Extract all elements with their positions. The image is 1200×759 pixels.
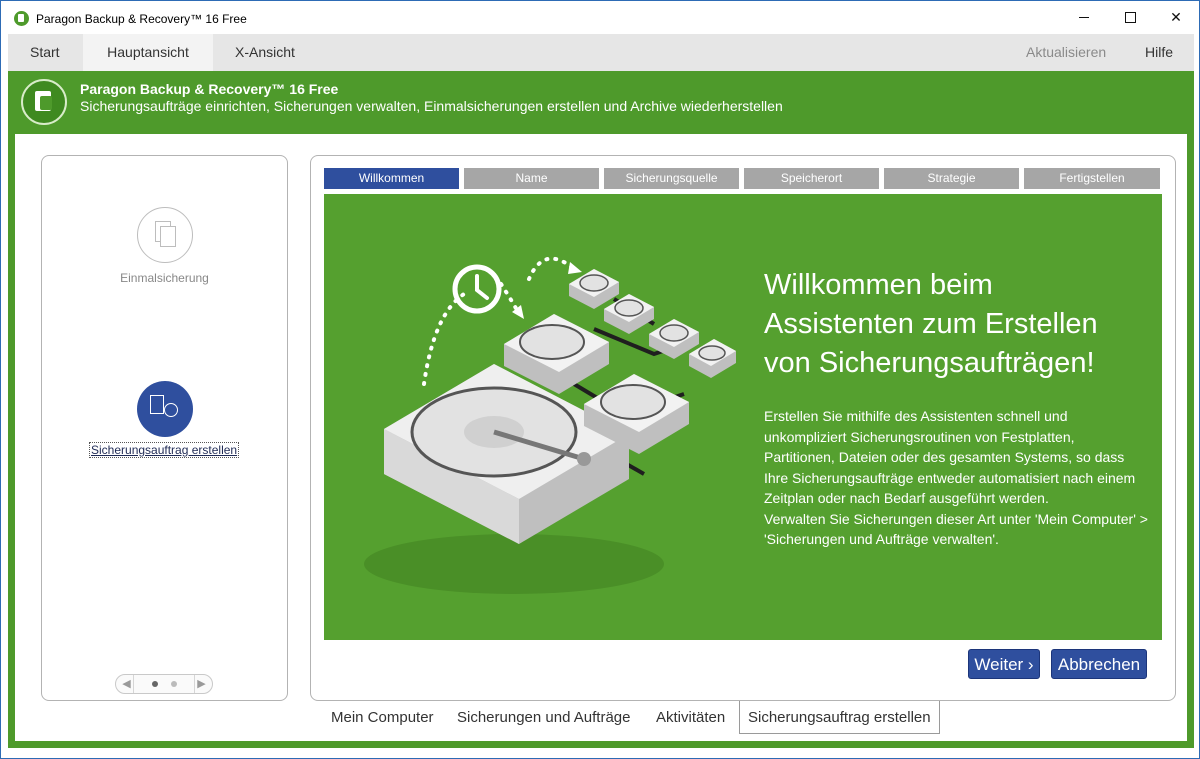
tab-mein-computer[interactable]: Mein Computer bbox=[331, 701, 434, 734]
pager-dot[interactable] bbox=[171, 681, 177, 687]
maximize-button[interactable] bbox=[1107, 1, 1153, 34]
welcome-manage-hint: Verwalten Sie Sicherungen dieser Art unt… bbox=[764, 510, 1148, 548]
pager-dot-active[interactable] bbox=[152, 681, 158, 687]
next-button[interactable]: Weiter › bbox=[968, 649, 1040, 679]
title-bar: Paragon Backup & Recovery™ 16 Free bbox=[1, 1, 1199, 34]
tab-start[interactable]: Start bbox=[8, 34, 82, 71]
hard-drives-illustration bbox=[364, 256, 736, 594]
close-button[interactable] bbox=[1153, 1, 1199, 34]
wizard-steps: Willkommen Name Sicherungsquelle Speiche… bbox=[324, 168, 1160, 189]
panel-pager: ◀ ▶ bbox=[115, 674, 213, 694]
tab-hauptansicht[interactable]: Hauptansicht bbox=[83, 34, 213, 71]
bottom-tab-bar: Mein Computer Sicherungen und Aufträge A… bbox=[15, 701, 1187, 741]
welcome-description: Erstellen Sie mithilfe des Assistenten s… bbox=[764, 406, 1149, 550]
tab-sicherungen-auftraege[interactable]: Sicherungen und Aufträge bbox=[457, 701, 630, 734]
document-copy-icon[interactable] bbox=[137, 207, 193, 263]
tab-aktivitaeten[interactable]: Aktivitäten bbox=[656, 701, 725, 734]
tab-x-ansicht[interactable]: X-Ansicht bbox=[213, 34, 317, 71]
app-window: Paragon Backup & Recovery™ 16 Free Start… bbox=[0, 0, 1200, 759]
update-link[interactable]: Aktualisieren bbox=[1026, 34, 1106, 71]
welcome-heading: Willkommen beim Assistenten zum Erstelle… bbox=[764, 269, 1098, 379]
menu-bar: Start Hauptansicht X-Ansicht Aktualisier… bbox=[8, 34, 1194, 71]
action-panel: Einmalsicherung Sicherungsauftrag erstel… bbox=[41, 155, 288, 701]
pager-prev-icon[interactable]: ◀ bbox=[120, 675, 134, 693]
step-name: Name bbox=[464, 168, 599, 189]
scheduled-backup-icon[interactable] bbox=[137, 381, 193, 437]
page-title: Paragon Backup & Recovery™ 16 Free bbox=[80, 81, 339, 97]
help-link[interactable]: Hilfe bbox=[1145, 34, 1173, 71]
step-speicherort: Speicherort bbox=[744, 168, 879, 189]
main-area: Einmalsicherung Sicherungsauftrag erstel… bbox=[8, 134, 1194, 748]
step-willkommen: Willkommen bbox=[324, 168, 459, 189]
welcome-banner: Willkommen beim Assistenten zum Erstelle… bbox=[324, 194, 1162, 640]
one-time-backup-label[interactable]: Einmalsicherung bbox=[42, 271, 287, 285]
wizard-panel: Willkommen Name Sicherungsquelle Speiche… bbox=[310, 155, 1176, 701]
step-fertigstellen: Fertigstellen bbox=[1024, 168, 1160, 189]
step-strategie: Strategie bbox=[884, 168, 1019, 189]
tab-sicherungsauftrag-erstellen[interactable]: Sicherungsauftrag erstellen bbox=[739, 701, 940, 734]
window-title: Paragon Backup & Recovery™ 16 Free bbox=[36, 12, 247, 26]
welcome-description-text: Erstellen Sie mithilfe des Assistenten s… bbox=[764, 408, 1136, 506]
backup-logo-icon bbox=[21, 79, 67, 125]
page-header: Paragon Backup & Recovery™ 16 Free Siche… bbox=[8, 71, 1194, 134]
page-subtitle: Sicherungsaufträge einrichten, Sicherung… bbox=[80, 98, 783, 114]
pager-next-icon[interactable]: ▶ bbox=[194, 675, 208, 693]
app-logo-icon bbox=[14, 11, 29, 26]
cancel-button[interactable]: Abbrechen bbox=[1051, 649, 1147, 679]
create-backup-job-label[interactable]: Sicherungsauftrag erstellen bbox=[89, 442, 240, 458]
step-sicherungsquelle: Sicherungsquelle bbox=[604, 168, 739, 189]
minimize-button[interactable] bbox=[1061, 1, 1107, 34]
